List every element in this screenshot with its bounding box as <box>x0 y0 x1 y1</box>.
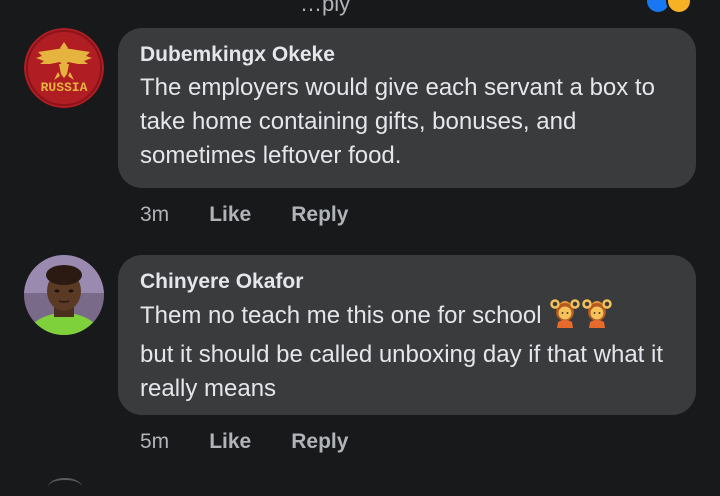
reply-button[interactable]: Reply <box>291 430 348 454</box>
like-button[interactable]: Like <box>209 203 251 227</box>
comment-text-part: Them no teach me this one for school <box>140 302 542 329</box>
profile-photo-icon <box>24 255 104 335</box>
like-button[interactable]: Like <box>209 430 251 454</box>
comment-actions: 3m Like Reply <box>140 203 348 227</box>
haha-reaction-icon <box>666 0 692 14</box>
comment-author[interactable]: Dubemkingx Okeke <box>140 42 674 68</box>
reply-button[interactable]: Reply <box>291 203 348 227</box>
avatar-dubemkingx[interactable]: RUSSIA <box>24 28 104 108</box>
comment-author[interactable]: Chinyere Okafor <box>140 269 674 295</box>
comment-text-part: but it should be called unboxing day if … <box>140 341 664 402</box>
comment-actions: 5m Like Reply <box>140 430 348 454</box>
comment-timestamp[interactable]: 5m <box>140 430 169 454</box>
comment-text: Them no teach me this one for school but… <box>140 298 674 406</box>
person-gesturing-ok-emoji-icon <box>582 298 612 338</box>
person-gesturing-ok-emoji-icon <box>550 298 580 338</box>
avatar-label: RUSSIA <box>41 80 88 95</box>
next-avatar-fragment <box>48 478 82 496</box>
comment-bubble[interactable]: Chinyere Okafor Them no teach me this on… <box>118 255 696 415</box>
russia-emblem-icon: RUSSIA <box>24 28 104 108</box>
comment-text: The employers would give each servant a … <box>140 74 655 169</box>
reaction-icons-fragment <box>645 0 692 14</box>
comment-timestamp[interactable]: 3m <box>140 203 169 227</box>
avatar-chinyere[interactable] <box>24 255 104 335</box>
previous-item-fragment: …ply <box>300 0 351 16</box>
comment-bubble[interactable]: Dubemkingx Okeke The employers would giv… <box>118 28 696 188</box>
